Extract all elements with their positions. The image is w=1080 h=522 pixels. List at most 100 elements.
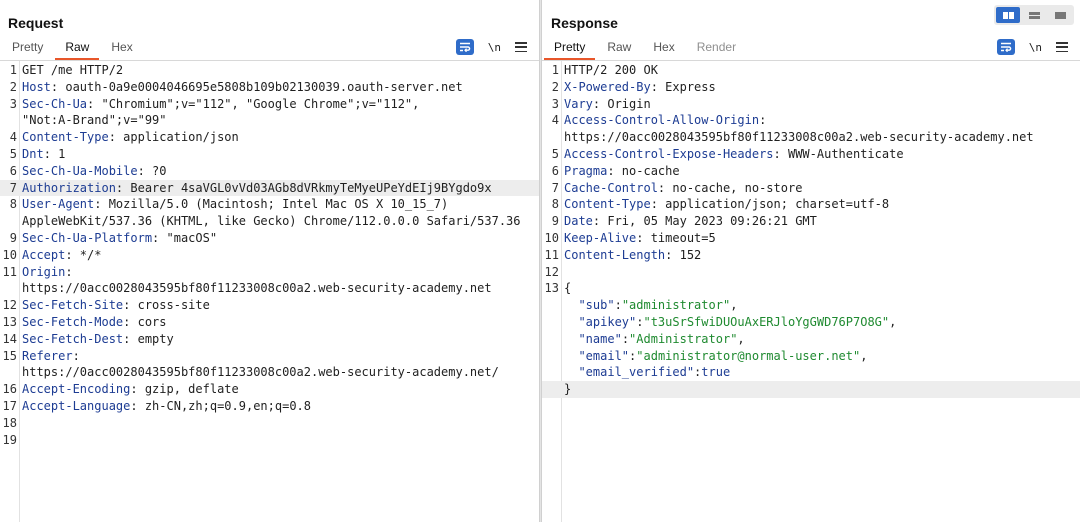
code-text: , <box>737 331 745 346</box>
word-wrap-icon[interactable] <box>996 39 1015 55</box>
code-text: : <box>621 331 630 346</box>
hamburger-menu-icon[interactable] <box>1056 42 1068 52</box>
line-number: 1 <box>9 63 17 77</box>
header-name: X-Powered-By <box>564 79 651 94</box>
line-number: 10 <box>2 247 17 262</box>
code-line: 17 Accept-Language: zh-CN,zh;q=0.9,en;q=0… <box>0 398 539 415</box>
header-name: Cache-Control <box>564 180 658 195</box>
code-text: , <box>730 298 738 313</box>
code-text: : gzip, deflate <box>130 382 239 397</box>
code-text: : <box>614 298 622 313</box>
code-text: } <box>564 382 572 397</box>
header-name: Content-Length <box>564 247 666 262</box>
header-name: Sec-Fetch-Site <box>22 298 124 313</box>
line-number: 8 <box>9 197 17 212</box>
line-code: HTTP/2 200 OK <box>564 62 658 79</box>
code-text: , <box>860 348 868 363</box>
line-code: { <box>564 280 571 297</box>
line-code: Pragma: no-cache <box>564 163 680 180</box>
header-name: Accept <box>22 247 66 262</box>
code-text: : Fri, 05 May 2023 09:26:21 GMT <box>592 214 817 229</box>
line-number: 6 <box>551 163 559 178</box>
line-number: 11 <box>544 247 559 262</box>
json-boolean: true <box>701 365 731 380</box>
code-text: : 152 <box>665 247 702 262</box>
hamburger-menu-icon[interactable] <box>515 42 527 52</box>
tab-raw[interactable]: Raw <box>55 38 100 60</box>
response-editor[interactable]: 1 HTTP/2 200 OK 2 X-Powered-By: Express 3 Var… <box>542 60 1080 522</box>
tab-raw[interactable]: Raw <box>607 38 631 60</box>
request-toolbar: \n <box>455 38 527 56</box>
code-line: 8 Content-Type: application/json; charset… <box>542 196 1080 213</box>
json-key: "name" <box>578 331 622 346</box>
line-number: 5 <box>551 146 559 161</box>
code-line: 11 Origin: <box>0 264 539 281</box>
layout-stacked-icon[interactable] <box>1022 7 1046 23</box>
code-line: 6 Sec-Ch-Ua-Mobile: ?0 <box>0 163 539 180</box>
header-name: Sec-Fetch-Dest <box>22 331 124 346</box>
tab-pretty[interactable]: Pretty <box>12 38 43 60</box>
tab-hex[interactable]: Hex <box>653 38 674 60</box>
code-text: : WWW-Authenticate <box>773 146 904 161</box>
code-line: 13 Sec-Fetch-Mode: cors <box>0 314 539 331</box>
line-code: "Not:A-Brand";v="99" <box>22 112 167 129</box>
newline-toggle-button[interactable]: \n <box>488 41 501 54</box>
line-code: "email_verified":true <box>564 364 730 381</box>
code-line: 1 HTTP/2 200 OK <box>542 62 1080 79</box>
line-code: User-Agent: Mozilla/5.0 (Macintosh; Inte… <box>22 196 448 213</box>
json-string: "t3uSrSfwiDUOuAxERJloYgGWD76P7O8G" <box>643 314 890 329</box>
line-code: Content-Type: application/json <box>22 129 239 146</box>
header-name: Sec-Ch-Ua-Platform <box>22 230 153 245</box>
layout-single-icon[interactable] <box>1048 7 1072 23</box>
code-line: 8 User-Agent: Mozilla/5.0 (Macintosh; Int… <box>0 196 539 213</box>
line-number: 7 <box>551 180 559 195</box>
header-name: User-Agent <box>22 197 95 212</box>
line-code: https://0acc0028043595bf80f11233008c00a2… <box>564 129 1034 146</box>
layout-side-by-side-icon[interactable] <box>996 7 1020 23</box>
line-number: 18 <box>2 415 17 430</box>
word-wrap-icon[interactable] <box>455 39 474 55</box>
code-line: 19 <box>0 432 539 449</box>
request-editor[interactable]: 1 GET /me HTTP/2 2 Host: oauth-0a9e00040466… <box>0 60 539 522</box>
code-text: : cross-site <box>123 298 210 313</box>
code-text: { <box>564 281 572 296</box>
code-line: 3 Vary: Origin <box>542 96 1080 113</box>
line-number: 2 <box>551 79 559 94</box>
code-text: : cors <box>123 314 167 329</box>
code-text: https://0acc0028043595bf80f11233008c00a2… <box>22 365 499 380</box>
code-line: 3 Sec-Ch-Ua: "Chromium";v="112", "Google … <box>0 96 539 113</box>
code-line: 16 Accept-Encoding: gzip, deflate <box>0 381 539 398</box>
line-code: Sec-Ch-Ua-Platform: "macOS" <box>22 230 217 247</box>
code-text: : empty <box>123 331 174 346</box>
code-text: : <box>65 264 73 279</box>
tab-hex[interactable]: Hex <box>111 38 132 60</box>
line-number: 9 <box>9 230 17 245</box>
code-text: GET /me HTTP/2 <box>22 63 124 77</box>
newline-toggle-button[interactable]: \n <box>1029 41 1042 54</box>
line-code: "name":"Administrator", <box>564 331 745 348</box>
line-number: 3 <box>9 96 17 111</box>
tab-pretty[interactable]: Pretty <box>544 38 596 60</box>
line-number: 12 <box>544 264 559 279</box>
line-code: GET /me HTTP/2 <box>22 62 123 79</box>
code-text: : application/json <box>108 130 239 145</box>
code-text: : oauth-0a9e0004046695e5808b109b02130039… <box>50 79 463 94</box>
line-code: "sub":"administrator", <box>564 297 737 314</box>
line-number: 8 <box>551 197 559 212</box>
line-code: Sec-Ch-Ua: "Chromium";v="112", "Google C… <box>22 96 419 113</box>
code-line: 15 Referer: <box>0 348 539 365</box>
line-code: "apikey":"t3uSrSfwiDUOuAxERJloYgGWD76P7O… <box>564 314 896 331</box>
code-line: "apikey":"t3uSrSfwiDUOuAxERJloYgGWD76P7O… <box>542 314 1080 331</box>
line-code: Sec-Fetch-Site: cross-site <box>22 297 210 314</box>
code-line: } <box>542 381 1080 398</box>
code-line: "sub":"administrator", <box>542 297 1080 314</box>
line-code: Accept-Language: zh-CN,zh;q=0.9,en;q=0.8 <box>22 398 311 415</box>
code-line: 12 Sec-Fetch-Site: cross-site <box>0 297 539 314</box>
header-name: Access-Control-Expose-Headers <box>564 146 774 161</box>
code-line: 2 X-Powered-By: Express <box>542 79 1080 96</box>
code-text: , <box>889 314 897 329</box>
line-number: 6 <box>9 163 17 178</box>
line-code: "email":"administrator@normal-user.net", <box>564 348 867 365</box>
